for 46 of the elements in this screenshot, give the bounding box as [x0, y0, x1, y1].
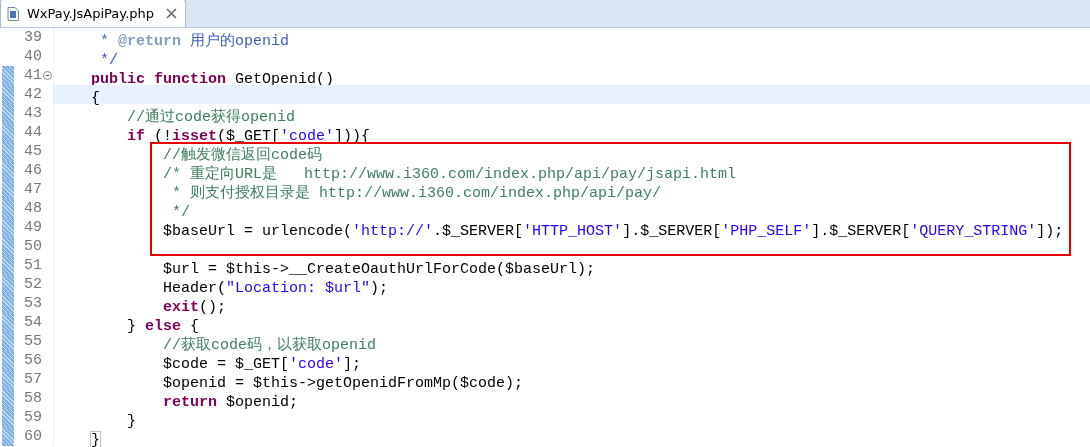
code-line: //通过code获得openid	[126, 109, 296, 126]
line-number: 50	[23, 237, 42, 256]
code-line: {	[90, 90, 101, 107]
line-number: 54	[23, 313, 42, 332]
line-number: 60	[23, 427, 42, 446]
code-line: public function GetOpenid()	[90, 71, 335, 88]
code-line: */	[171, 204, 191, 221]
file-icon	[7, 6, 19, 21]
code-line: * @return 用户的openid	[99, 33, 290, 50]
code-line: /* 重定向URL是 http://www.i360.com/index.php/api/pay/jsapi.html	[162, 166, 737, 183]
line-number: 40	[23, 47, 42, 66]
code-line: //触发微信返回code码	[162, 147, 323, 164]
line-number: 48	[23, 199, 42, 218]
line-number: 58	[23, 389, 42, 408]
code-line: $baseUrl = urlencode('http://'.$_SERVER['HTTP_HOST'].$_SERVER['PHP_SELF'].$_SERVER['QUERY_STRING']);	[162, 223, 1064, 240]
line-number: 46	[23, 161, 42, 180]
code-line: }	[126, 413, 137, 430]
line-number: 51	[23, 256, 42, 275]
collapse-icon[interactable]	[43, 71, 52, 80]
line-number: 52	[23, 275, 42, 294]
code-line: * 则支付授权目录是 http://www.i360.com/index.php/api/pay/	[171, 185, 662, 202]
code-line: $code = $_GET['code'];	[162, 356, 362, 373]
code-line: //获取code码，以获取openid	[162, 337, 377, 354]
code-line: Header("Location: $url");	[162, 280, 389, 297]
code-line: } else {	[126, 318, 200, 335]
line-number: 47	[23, 180, 42, 199]
code-line: */	[99, 52, 119, 69]
line-number: 56	[23, 351, 42, 370]
close-icon[interactable]	[166, 8, 178, 19]
file-tab[interactable]: WxPay.JsApiPay.php	[0, 0, 187, 27]
line-number: 57	[23, 370, 42, 389]
line-number: 59	[23, 408, 42, 427]
line-number: 53	[23, 294, 42, 313]
code-line: exit();	[162, 299, 227, 316]
line-number: 49	[23, 218, 42, 237]
code-line: $url = $this->__CreateOauthUrlForCode($baseUrl);	[162, 261, 596, 278]
code-line: $openid = $this->getOpenidFromMp($code);	[162, 375, 524, 392]
code-line: return $openid;	[162, 394, 299, 411]
line-number: 44	[23, 123, 42, 142]
line-number: 41	[23, 66, 42, 85]
code-line: }	[90, 432, 101, 447]
line-number: 45	[23, 142, 42, 161]
line-number: 43	[23, 104, 42, 123]
line-number: 39	[23, 28, 42, 47]
line-number: 55	[23, 332, 42, 351]
line-number: 42	[23, 85, 42, 104]
